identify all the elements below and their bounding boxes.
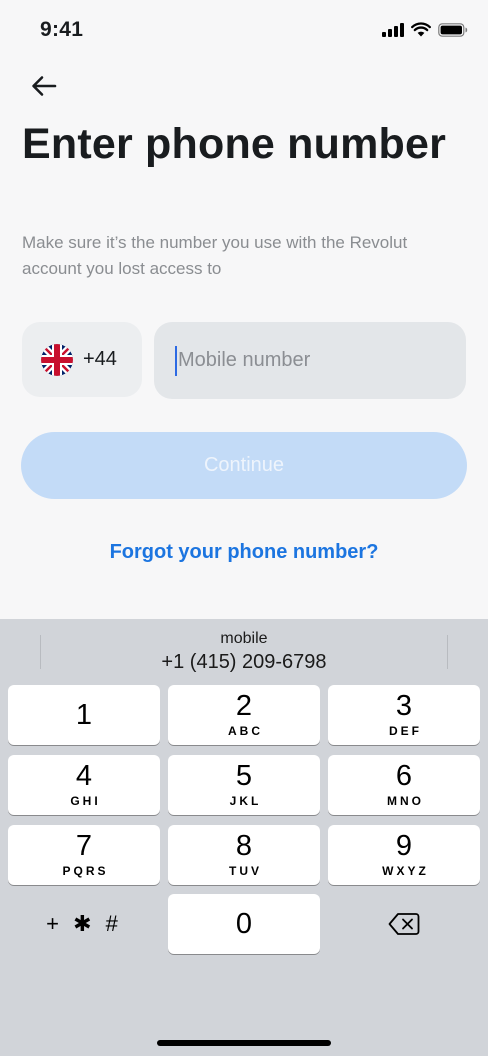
symbols-key[interactable]: + ✱ #: [8, 894, 160, 954]
dial-code: +44: [83, 348, 117, 370]
text-cursor: [175, 345, 177, 376]
suggestion-bar: mobile +1 (415) 209-6798: [0, 619, 488, 681]
home-indicator: [157, 1040, 331, 1046]
key-0[interactable]: 0: [168, 894, 320, 954]
country-code-selector[interactable]: +44: [22, 322, 142, 397]
key-1[interactable]: 1: [8, 685, 160, 745]
symbols-label: + ✱ #: [46, 911, 122, 936]
phone-number-field[interactable]: [154, 322, 466, 399]
suggestion-label: mobile: [220, 630, 268, 647]
key-letters: GHI: [70, 794, 101, 808]
key-digit: 1: [75, 699, 93, 731]
suggestion-divider: [447, 635, 448, 669]
key-6[interactable]: 6 MNO: [328, 755, 480, 815]
status-bar: 9:41: [0, 0, 488, 62]
key-letters: DEF: [389, 724, 422, 738]
key-digit: 7: [75, 830, 93, 862]
key-letters: JKL: [229, 794, 262, 808]
forgot-phone-number-link[interactable]: Forgot your phone number?: [0, 541, 488, 564]
cellular-signal-icon: [382, 22, 404, 37]
suggestion-number: +1 (415) 209-6798: [161, 651, 327, 673]
key-2[interactable]: 2 ABC: [168, 685, 320, 745]
key-digit: 9: [395, 830, 413, 862]
delete-backspace-icon: [388, 913, 420, 935]
key-letters: PQRS: [62, 864, 109, 878]
key-8[interactable]: 8 TUV: [168, 825, 320, 885]
key-letters: MNO: [387, 794, 424, 808]
key-digit: 6: [395, 760, 413, 792]
key-digit: 8: [235, 830, 253, 862]
phone-suggestion[interactable]: mobile +1 (415) 209-6798: [60, 629, 428, 674]
battery-icon: [438, 22, 468, 37]
key-5[interactable]: 5 JKL: [168, 755, 320, 815]
key-letters: TUV: [229, 864, 262, 878]
key-9[interactable]: 9 WXYZ: [328, 825, 480, 885]
key-digit: 4: [75, 760, 93, 792]
key-digit: 3: [395, 690, 413, 722]
key-digit: 2: [235, 690, 253, 722]
continue-button[interactable]: Continue: [21, 432, 467, 499]
back-button[interactable]: [24, 68, 64, 104]
page-title: Enter phone number: [22, 120, 447, 168]
phone-number-input[interactable]: [178, 349, 448, 372]
key-4[interactable]: 4 GHI: [8, 755, 160, 815]
numeric-keyboard: mobile +1 (415) 209-6798 1 2 ABC 3 DEF 4…: [0, 619, 488, 1056]
page-subtitle: Make sure it’s the number you use with t…: [22, 233, 408, 278]
key-digit: 5: [235, 760, 253, 792]
key-letters: WXYZ: [382, 864, 429, 878]
suggestion-divider: [40, 635, 41, 669]
key-3[interactable]: 3 DEF: [328, 685, 480, 745]
key-letters: ABC: [228, 724, 263, 738]
key-digit: 0: [235, 908, 253, 940]
status-time: 9:41: [40, 18, 84, 41]
key-7[interactable]: 7 PQRS: [8, 825, 160, 885]
wifi-icon: [411, 22, 431, 37]
arrow-left-icon: [32, 76, 57, 96]
united-kingdom-flag-icon: [41, 343, 73, 376]
delete-key[interactable]: [328, 894, 480, 954]
status-icons: [382, 22, 468, 37]
